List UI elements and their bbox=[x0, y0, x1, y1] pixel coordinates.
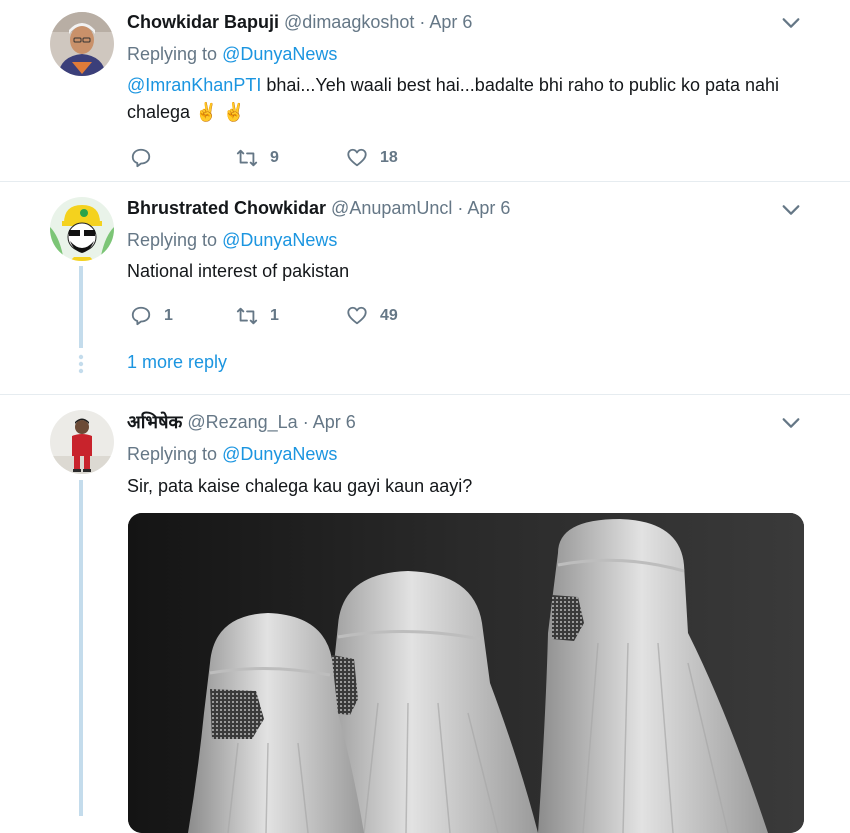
tweet-header: Bhrustrated Chowkidar @AnupamUncl · Apr … bbox=[127, 197, 510, 219]
tweet-date[interactable]: Apr 6 bbox=[313, 412, 356, 432]
burqa-photo bbox=[128, 513, 804, 833]
mention-link[interactable]: @ImranKhanPTI bbox=[127, 75, 261, 95]
like-button[interactable]: 49 bbox=[346, 304, 398, 328]
reply-icon bbox=[131, 148, 151, 168]
chevron-down-icon[interactable] bbox=[780, 12, 802, 34]
tweet-divider bbox=[0, 181, 850, 182]
more-dots-icon bbox=[78, 354, 84, 374]
victory-emoji: ✌️ ✌️ bbox=[195, 102, 245, 122]
tweet-divider bbox=[0, 394, 850, 395]
tweet-text: @ImranKhanPTI bhai...Yeh waali best hai.… bbox=[127, 72, 817, 126]
thread-line bbox=[79, 266, 83, 348]
avatar[interactable] bbox=[50, 12, 114, 76]
like-button[interactable]: 18 bbox=[346, 146, 398, 170]
like-count: 18 bbox=[380, 149, 398, 166]
chevron-down-icon[interactable] bbox=[780, 199, 802, 221]
separator-dot: · bbox=[457, 198, 464, 218]
like-icon bbox=[347, 148, 367, 167]
display-name[interactable]: Chowkidar Bapuji bbox=[127, 12, 279, 32]
more-reply-link[interactable]: 1 more reply bbox=[127, 352, 227, 373]
thread-line bbox=[79, 480, 83, 816]
replying-to-link[interactable]: @DunyaNews bbox=[222, 444, 337, 464]
replying-to-prefix: Replying to bbox=[127, 44, 218, 64]
replying-to-link[interactable]: @DunyaNews bbox=[222, 230, 337, 250]
reply-count: 1 bbox=[164, 307, 173, 324]
tweet-text: National interest of pakistan bbox=[127, 261, 350, 281]
retweet-count: 1 bbox=[270, 307, 279, 324]
separator-dot: · bbox=[302, 412, 309, 432]
tweet-date[interactable]: Apr 6 bbox=[467, 198, 510, 218]
retweet-count: 9 bbox=[270, 149, 279, 166]
retweet-button[interactable]: 1 bbox=[236, 304, 279, 328]
like-icon bbox=[347, 306, 367, 325]
chevron-down-icon[interactable] bbox=[780, 412, 802, 434]
avatar[interactable] bbox=[50, 410, 114, 474]
display-name[interactable]: Bhrustrated Chowkidar bbox=[127, 198, 326, 218]
replying-to-link[interactable]: @DunyaNews bbox=[222, 44, 337, 64]
user-handle[interactable]: @dimaagkoshot bbox=[284, 12, 414, 32]
replying-to-prefix: Replying to bbox=[127, 230, 218, 250]
tweet-text: Sir, pata kaise chalega kau gayi kaun aa… bbox=[127, 476, 473, 496]
retweet-icon bbox=[236, 307, 258, 325]
reply-icon bbox=[131, 306, 151, 326]
tweet-header: Chowkidar Bapuji @dimaagkoshot · Apr 6 bbox=[127, 11, 472, 33]
like-count: 49 bbox=[380, 307, 398, 324]
reply-button[interactable] bbox=[130, 146, 164, 170]
avatar[interactable] bbox=[50, 197, 114, 261]
separator-dot: · bbox=[419, 12, 426, 32]
replying-to: Replying to @DunyaNews bbox=[127, 43, 337, 65]
user-handle[interactable]: @AnupamUncl bbox=[331, 198, 452, 218]
replying-to: Replying to @DunyaNews bbox=[127, 229, 337, 251]
tweet-date[interactable]: Apr 6 bbox=[429, 12, 472, 32]
retweet-icon bbox=[236, 149, 258, 167]
replying-to-prefix: Replying to bbox=[127, 444, 218, 464]
replying-to: Replying to @DunyaNews bbox=[127, 443, 337, 465]
tweet-header: अभिषेक @Rezang_La · Apr 6 bbox=[127, 411, 356, 433]
reply-button[interactable]: 1 bbox=[130, 304, 173, 328]
display-name[interactable]: अभिषेक bbox=[127, 412, 182, 432]
tweet-media-image[interactable] bbox=[128, 513, 804, 833]
user-handle[interactable]: @Rezang_La bbox=[187, 412, 297, 432]
retweet-button[interactable]: 9 bbox=[236, 146, 279, 170]
